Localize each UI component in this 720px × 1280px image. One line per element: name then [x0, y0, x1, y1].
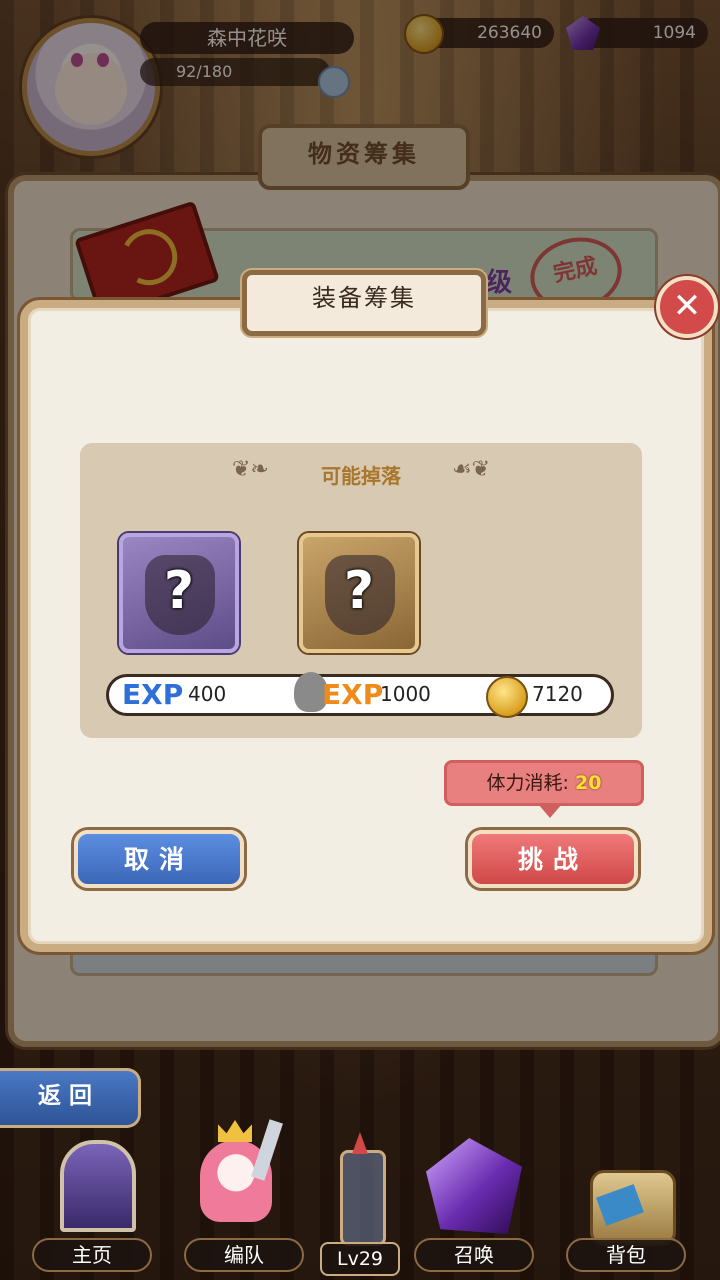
unknown-item-mark: ? — [163, 561, 195, 621]
challenge-button[interactable]: 挑战 — [468, 830, 638, 888]
player-exp-label: EXP — [322, 678, 384, 711]
close-button[interactable]: ✕ — [656, 276, 718, 338]
gold-reward-value: 7120 — [532, 682, 583, 706]
player-level: Lv29 — [320, 1242, 400, 1276]
player-exp-value: 1000 — [380, 682, 431, 706]
cancel-button[interactable]: 取消 — [74, 830, 244, 888]
back-button[interactable]: 返回 — [0, 1068, 141, 1128]
stamina-cost-label: 体力消耗: — [486, 772, 569, 794]
drop-item-gold[interactable]: ? — [299, 533, 419, 653]
unknown-item-mark: ? — [343, 561, 375, 621]
nav-team[interactable]: 编队 — [184, 1238, 304, 1272]
team-exp-value: 400 — [188, 682, 227, 706]
gold-coin-icon — [486, 676, 528, 718]
dialog-title: 装备筹集 — [242, 270, 486, 336]
nav-backpack[interactable]: 背包 — [566, 1238, 686, 1272]
cost-tag-pointer — [538, 804, 562, 818]
stamina-cost-value: 20 — [575, 772, 602, 794]
summon-crystal-icon[interactable] — [420, 1132, 522, 1234]
drop-item-purple[interactable]: ? — [119, 533, 239, 653]
drop-section-title: 可能掉落 — [321, 464, 401, 488]
hourglass-tower-icon — [318, 1132, 402, 1246]
team-exp-label: EXP — [122, 678, 184, 711]
flourish-right-icon: ☙❦ — [451, 457, 490, 482]
team-character-icon[interactable] — [190, 1119, 290, 1222]
nav-summon[interactable]: 召唤 — [414, 1238, 534, 1272]
home-gate-icon[interactable] — [44, 1130, 144, 1232]
stamina-cost-tag: 体力消耗: 20 — [444, 760, 644, 806]
nav-home[interactable]: 主页 — [32, 1238, 152, 1272]
